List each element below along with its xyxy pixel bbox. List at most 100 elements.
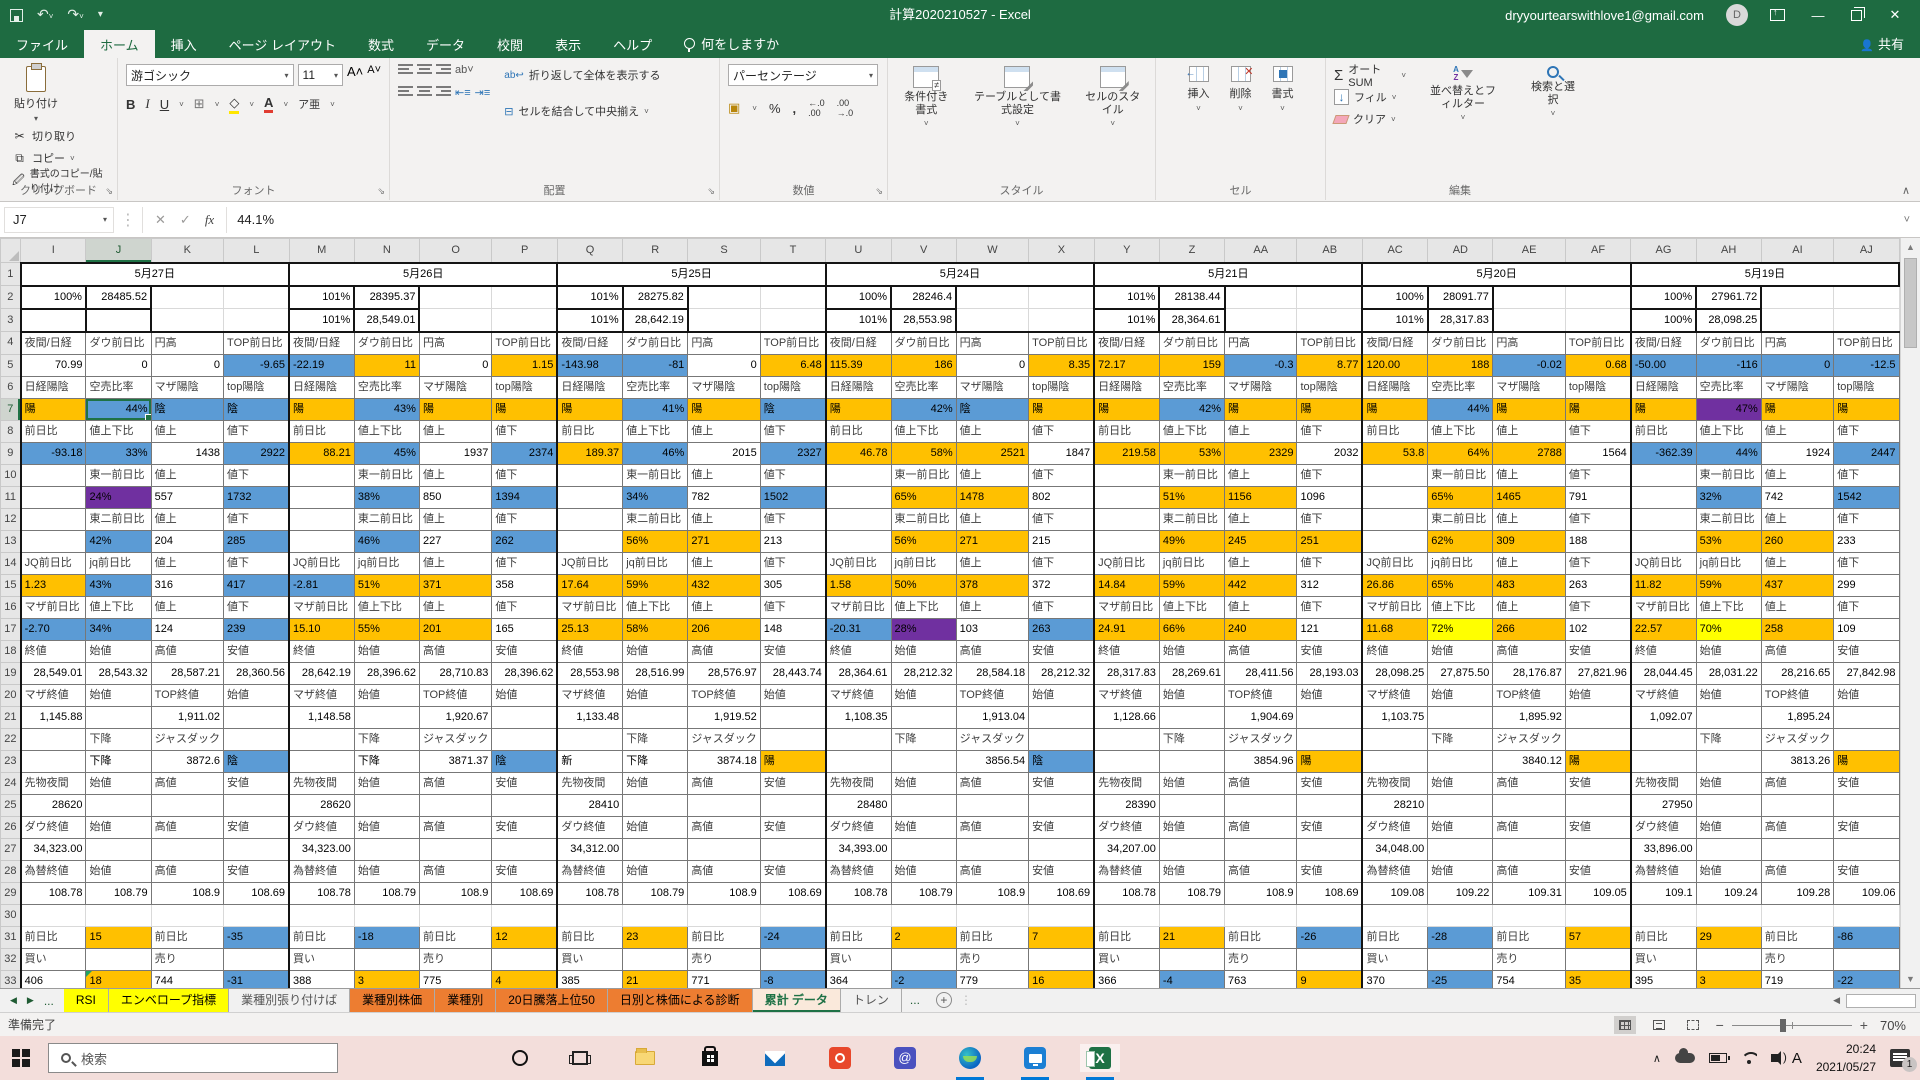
cell[interactable]: 0.68: [1565, 354, 1630, 376]
sheet-tab[interactable]: トレン: [841, 989, 902, 1012]
cell[interactable]: 値上下比: [1159, 596, 1224, 618]
cell[interactable]: 始値: [354, 684, 419, 706]
paste-button[interactable]: 貼り付け ▾: [8, 64, 64, 125]
scroll-left-icon[interactable]: ◀: [1833, 995, 1840, 1006]
cell[interactable]: マザ陽陰: [1761, 376, 1833, 398]
cell[interactable]: 先物夜間: [289, 772, 354, 794]
cell[interactable]: 28,193.03: [1297, 662, 1362, 684]
row-header-13[interactable]: 13: [1, 530, 21, 552]
cell[interactable]: [1029, 904, 1094, 926]
cell[interactable]: 売り: [1761, 948, 1833, 970]
cell[interactable]: 値下: [492, 420, 557, 442]
cell[interactable]: [760, 838, 825, 860]
cell[interactable]: 値上: [1761, 596, 1833, 618]
cell[interactable]: 28,098.25: [1696, 309, 1761, 332]
cell[interactable]: 安値: [1834, 860, 1899, 882]
cell[interactable]: 3874.18: [688, 750, 760, 772]
cell[interactable]: 前日比: [1631, 926, 1696, 948]
date-header-cell[interactable]: 5月19日: [1631, 263, 1899, 286]
cell[interactable]: 28480: [826, 794, 891, 816]
cell[interactable]: 239: [224, 618, 289, 640]
cell[interactable]: 値下: [760, 596, 825, 618]
cell[interactable]: 高値: [1761, 772, 1833, 794]
cell[interactable]: 空売比率: [1696, 376, 1761, 398]
cell[interactable]: 388: [289, 970, 354, 988]
cell[interactable]: 高値: [1493, 772, 1565, 794]
cell[interactable]: 下降: [891, 728, 956, 750]
cell[interactable]: [956, 904, 1028, 926]
cell[interactable]: 62%: [1428, 530, 1493, 552]
cell[interactable]: 24%: [86, 486, 151, 508]
comma-style-icon[interactable]: ,: [793, 101, 797, 116]
cell[interactable]: 値上: [1493, 420, 1565, 442]
cell[interactable]: 空売比率: [354, 376, 419, 398]
cell[interactable]: 1924: [1761, 442, 1833, 464]
shrink-font-icon[interactable]: A˅: [367, 64, 381, 86]
cell[interactable]: 28,396.62: [354, 662, 419, 684]
cell[interactable]: 値上: [688, 552, 760, 574]
column-header-AG[interactable]: AG: [1631, 239, 1696, 263]
cell[interactable]: 46%: [623, 442, 688, 464]
cell[interactable]: 値下: [1565, 464, 1630, 486]
cell[interactable]: 陰: [760, 398, 825, 420]
date-header-cell[interactable]: 5月24日: [826, 263, 1094, 286]
cell[interactable]: 先物夜間: [1094, 772, 1159, 794]
cell[interactable]: 108.78: [1094, 882, 1159, 904]
cell[interactable]: 1478: [956, 486, 1028, 508]
cell[interactable]: 安値: [1565, 816, 1630, 838]
cell[interactable]: 安値: [1297, 816, 1362, 838]
cell[interactable]: [1362, 508, 1427, 530]
cell[interactable]: 204: [151, 530, 223, 552]
cell[interactable]: 28,549.01: [354, 309, 419, 332]
cell[interactable]: 53%: [1159, 442, 1224, 464]
zoom-out-icon[interactable]: −: [1716, 1017, 1724, 1033]
cell[interactable]: 陰: [224, 398, 289, 420]
cell[interactable]: [1225, 286, 1297, 309]
cell[interactable]: 34,048.00: [1362, 838, 1427, 860]
cell[interactable]: 28,212.32: [1029, 662, 1094, 684]
cell[interactable]: 432: [688, 574, 760, 596]
cell[interactable]: マザ前日比: [1094, 596, 1159, 618]
cell[interactable]: 34%: [86, 618, 151, 640]
cell[interactable]: [1834, 948, 1899, 970]
cell[interactable]: 陽: [1297, 750, 1362, 772]
cell[interactable]: 101%: [1362, 309, 1427, 332]
cell[interactable]: [1761, 904, 1833, 926]
cell[interactable]: 終値: [1094, 640, 1159, 662]
select-all-corner[interactable]: [1, 239, 21, 263]
cell[interactable]: 安値: [224, 816, 289, 838]
cell[interactable]: top陽陰: [760, 376, 825, 398]
cell[interactable]: ジャスダック: [1761, 728, 1833, 750]
cell[interactable]: [492, 706, 557, 728]
cell[interactable]: [1094, 750, 1159, 772]
cell[interactable]: [1094, 486, 1159, 508]
cell[interactable]: 陽: [826, 398, 891, 420]
cell[interactable]: ダウ終値: [1362, 816, 1427, 838]
cell[interactable]: 為替終値: [1094, 860, 1159, 882]
cell[interactable]: 円高: [1225, 332, 1297, 355]
cell[interactable]: 為替終値: [826, 860, 891, 882]
cell[interactable]: 28,553.98: [557, 662, 622, 684]
cell[interactable]: [1297, 309, 1362, 332]
cell[interactable]: 215: [1029, 530, 1094, 552]
cell[interactable]: 始値: [623, 640, 688, 662]
cell[interactable]: [688, 794, 760, 816]
cell[interactable]: 27,821.96: [1565, 662, 1630, 684]
cell[interactable]: 309: [1493, 530, 1565, 552]
cell[interactable]: [21, 508, 86, 530]
cell[interactable]: 2: [891, 926, 956, 948]
cell[interactable]: [1696, 948, 1761, 970]
cell[interactable]: 3: [1696, 970, 1761, 988]
cell[interactable]: 夜間/日経: [21, 332, 86, 355]
cell[interactable]: 188: [1565, 530, 1630, 552]
cell[interactable]: 186: [891, 354, 956, 376]
fill-color-button[interactable]: ◇: [229, 95, 239, 114]
cell[interactable]: 値下: [1834, 552, 1899, 574]
cell[interactable]: [1834, 728, 1899, 750]
cell[interactable]: 陽: [760, 750, 825, 772]
cell[interactable]: ダウ前日比: [1428, 332, 1493, 355]
cell[interactable]: top陽陰: [1565, 376, 1630, 398]
cell[interactable]: [492, 309, 557, 332]
bold-button[interactable]: B: [126, 97, 135, 112]
cell[interactable]: 円高: [688, 332, 760, 355]
